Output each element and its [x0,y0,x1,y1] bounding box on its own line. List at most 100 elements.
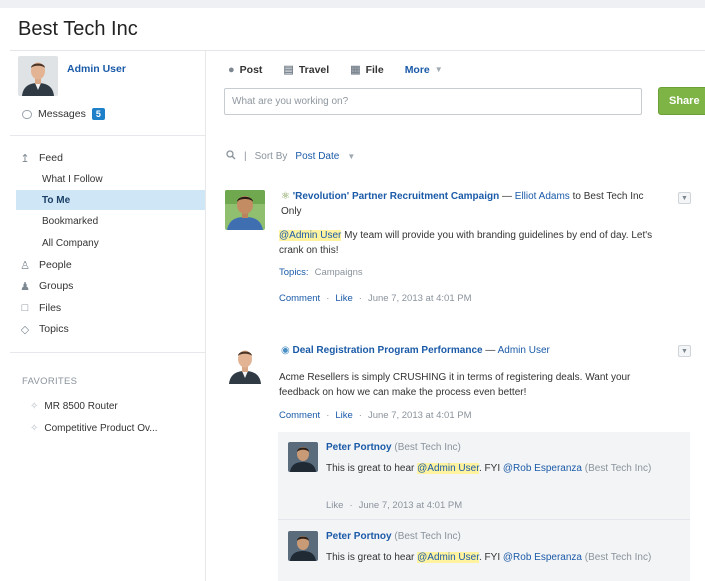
sidebar-item-label: Files [39,302,62,314]
comment-body: This is great to hear @Admin User. FYI @… [326,550,681,565]
menu-icon: ▼ [681,194,688,202]
post-group-link[interactable]: Deal Registration Program Performance [293,345,483,356]
sidebar-item-people[interactable]: ♙ People [18,255,72,275]
comment-body: This is great to hear @Admin User. FYI @… [326,461,681,476]
post-mention-link[interactable]: @Admin User [279,230,342,241]
comment-mention-link[interactable]: @Rob Esperanza [503,463,582,474]
sidebar-item-all-company[interactable]: All Company [16,233,205,253]
tab-file[interactable]: ▦ File [350,63,384,77]
post-composer-input[interactable] [224,88,642,115]
sidebar-item-bookmarked[interactable]: Bookmarked [16,211,205,231]
topics-icon: ◇ [20,323,30,336]
comment-author-avatar[interactable] [288,531,318,561]
post-body: Acme Resellers is simply CRUSHING it in … [279,372,631,398]
messages-label: Messages [38,108,86,120]
post-group-link[interactable]: 'Revolution' Partner Recruitment Campaig… [293,191,499,202]
post-author-link[interactable]: Elliot Adams [515,191,570,202]
chevron-down-icon[interactable]: ▼ [347,152,355,161]
messages-link[interactable]: Messages 5 [22,108,105,120]
sidebar-item-label: People [39,259,72,271]
like-link[interactable]: Like [335,293,352,304]
post-author-avatar[interactable] [225,344,265,384]
sidebar-item-feed[interactable]: ↥ Feed [18,148,63,168]
tab-file-label: File [365,63,384,76]
comment-author-link[interactable]: Peter Portnoy [326,442,392,453]
comment-text: . FYI [479,463,501,474]
sidebar-item-what-i-follow[interactable]: What I Follow [16,169,205,189]
search-icon[interactable] [226,150,236,163]
sort-dropdown[interactable]: Post Date [295,151,339,162]
tab-more[interactable]: More ▼ [405,64,443,76]
post-header: ◉ Deal Registration Program Performance … [281,343,666,358]
files-icon: □ [21,302,29,314]
favorite-item[interactable]: ✧ Competitive Product Ov... [30,423,158,434]
comment-header: Peter Portnoy (Best Tech Inc) [326,440,681,455]
comment-header: Peter Portnoy (Best Tech Inc) [326,529,681,544]
post-dash: — [485,345,496,356]
post-icon: ● [228,63,235,76]
star-icon: ✧ [30,423,39,434]
groups-icon: ♟ [20,280,30,293]
page-title: Best Tech Inc [18,18,138,40]
like-link[interactable]: Like [335,410,352,421]
tab-more-label: More [404,63,430,76]
meta-separator: · [358,293,362,304]
comment-mention-link[interactable]: @Admin User [417,463,479,474]
sort-divider: | [244,151,247,162]
comment-link[interactable]: Comment [279,293,320,304]
post-topics: Topics: Campaigns [279,267,363,278]
topic-link[interactable]: Campaigns [315,267,363,278]
tab-post-label: Post [239,63,263,76]
profile-name-link[interactable]: Admin User [67,63,126,75]
comment-text: (Best Tech Inc) [584,552,652,563]
post-actions: Comment · Like · June 7, 2013 at 4:01 PM [279,293,472,304]
comment-author-avatar[interactable] [288,442,318,472]
meta-separator: · [326,410,330,421]
top-bar [0,0,705,8]
sidebar-item-groups[interactable]: ♟ Groups [18,276,73,296]
comment-mention-link[interactable]: @Rob Esperanza [503,552,582,563]
file-icon: ▦ [350,64,361,76]
favorite-item[interactable]: ✧ MR 8500 Router [30,401,118,412]
comment-company: (Best Tech Inc) [394,531,461,542]
messages-icon [22,109,32,119]
tab-travel[interactable]: ▤ Travel [283,63,329,77]
post-timestamp[interactable]: June 7, 2013 at 4:01 PM [368,410,472,421]
group-icon: ◉ [281,345,290,356]
sidebar-item-label: Feed [39,152,63,164]
comment-text: This is great to hear [326,463,415,474]
comment-link[interactable]: Comment [279,410,320,421]
like-link[interactable]: Like [326,500,343,511]
comment-timestamp[interactable]: June 7, 2013 at 4:01 PM [359,500,463,511]
meta-separator: · [349,500,353,511]
comment-text: (Best Tech Inc) [584,463,652,474]
post-header: ⚛ 'Revolution' Partner Recruitment Campa… [281,189,666,219]
sidebar-divider [205,51,206,581]
publisher-tabs: ● Post ▤ Travel ▦ File More ▼ [228,63,443,77]
sidebar-separator [10,135,205,136]
group-icon: ⚛ [281,191,290,202]
comment-separator [278,519,690,520]
profile-avatar[interactable] [18,56,58,96]
post-author-link[interactable]: Admin User [498,345,550,356]
chevron-down-icon: ▼ [434,65,443,74]
sidebar-item-files[interactable]: □ Files [18,298,62,318]
comment-actions: Like · June 7, 2013 at 4:01 PM [326,500,462,511]
feed-sort-bar: | Sort By Post Date ▼ [226,150,355,163]
post-timestamp[interactable]: June 7, 2013 at 4:01 PM [368,293,472,304]
topics-label: Topics: [279,267,309,278]
post-author-avatar[interactable] [225,190,265,230]
meta-separator: · [326,293,330,304]
sort-label: Sort By [254,151,288,162]
tab-post[interactable]: ● Post [228,64,262,76]
post-menu-button[interactable]: ▼ [678,345,691,357]
sidebar-item-topics[interactable]: ◇ Topics [18,319,69,339]
comment-mention-link[interactable]: @Admin User [417,552,479,563]
share-button[interactable]: Share [658,87,705,115]
sidebar-item-to-me[interactable]: To Me [16,190,205,210]
post-menu-button[interactable]: ▼ [678,192,691,204]
comment-author-link[interactable]: Peter Portnoy [326,531,392,542]
travel-icon: ▤ [283,64,294,76]
favorite-item-label: Competitive Product Ov... [44,423,158,434]
messages-count-badge: 5 [91,108,105,120]
